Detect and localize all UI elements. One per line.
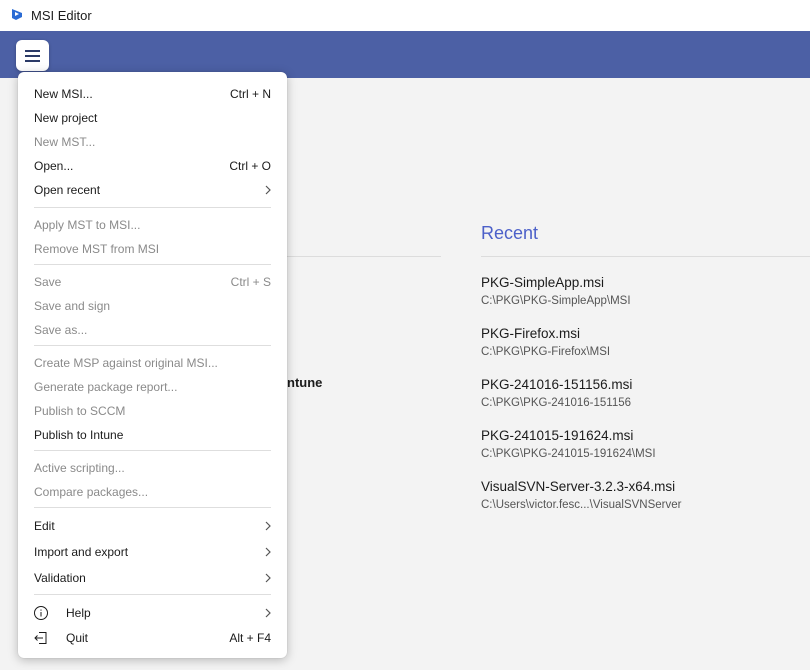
recent-item[interactable]: PKG-241016-151156.msi C:\PKG\PKG-241016-… [481,376,810,427]
menu-item-open-recent[interactable]: Open recent [18,178,287,202]
info-icon [34,606,48,620]
hamburger-line [25,60,40,62]
recent-item-name: PKG-241016-151156.msi [481,377,633,392]
menu-item-quit[interactable]: Quit Alt + F4 [18,626,287,650]
recent-item[interactable]: PKG-Firefox.msi C:\PKG\PKG-Firefox\MSI [481,325,810,376]
chevron-right-icon [265,547,271,557]
menu-item-active-scripting[interactable]: Active scripting... [18,456,287,480]
app-header [0,31,810,78]
menu-item-shortcut: Alt + F4 [229,631,271,645]
menu-separator [34,207,271,208]
menu-separator [34,594,271,595]
menu-item-new-mst[interactable]: New MST... [18,130,287,154]
recent-item-path: C:\PKG\PKG-SimpleApp\MSI [481,295,631,307]
menu-item-label: Save and sign [34,299,111,313]
menu-item-shortcut: Ctrl + S [230,275,271,289]
hamburger-menu-icon [25,50,40,52]
menu-item-label: Active scripting... [34,461,125,475]
recent-item-path: C:\PKG\PKG-241015-191624\MSI [481,448,656,460]
menu-item-label: Generate package report... [34,380,178,394]
menu-separator [34,264,271,265]
menu-item-publish-intune[interactable]: Publish to Intune [18,423,287,447]
menu-item-label: New MSI... [34,87,93,101]
menu-item-validation[interactable]: Validation [18,566,287,590]
recent-item-name: PKG-241015-191624.msi [481,428,634,443]
menu-item-label: Save [34,275,62,289]
chevron-right-icon [265,521,271,531]
menu-item-label: Publish to Intune [34,428,124,442]
menu-item-label: Save as... [34,323,88,337]
menu-separator [34,507,271,508]
menu-item-label: Open... [34,159,74,173]
menu-item-open[interactable]: Open... Ctrl + O [18,154,287,178]
menu-item-help[interactable]: Help [18,601,287,625]
menu-item-label: Compare packages... [34,485,149,499]
menu-item-label: Quit [66,631,89,645]
menu-item-compare-packages[interactable]: Compare packages... [18,480,287,504]
menu-item-new-project[interactable]: New project [18,106,287,130]
menu-item-import-export[interactable]: Import and export [18,540,287,564]
chevron-right-icon [265,185,271,195]
recent-list: PKG-SimpleApp.msi C:\PKG\PKG-SimpleApp\M… [481,274,810,529]
menu-item-label: Create MSP against original MSI... [34,356,218,370]
recent-item-name: PKG-Firefox.msi [481,326,581,341]
menu-item-new-msi[interactable]: New MSI... Ctrl + N [18,82,287,106]
menu-item-shortcut: Ctrl + O [229,159,271,173]
title-bar: MSI Editor [0,0,810,32]
recent-item[interactable]: PKG-SimpleApp.msi C:\PKG\PKG-SimpleApp\M… [481,274,810,325]
main-menu: New MSI... Ctrl + N New project New MST.… [18,72,287,658]
recent-heading: Recent [481,223,539,243]
chevron-right-icon [265,608,271,618]
menu-item-label: New project [34,111,98,125]
menu-item-label: Validation [34,571,86,585]
recent-item-path: C:\PKG\PKG-241016-151156 [481,397,632,409]
menu-item-save[interactable]: Save Ctrl + S [18,270,287,294]
menu-item-remove-mst[interactable]: Remove MST from MSI [18,237,287,261]
hamburger-menu-button[interactable] [16,40,49,71]
menu-separator [34,345,271,346]
menu-item-save-and-sign[interactable]: Save and sign [18,294,287,318]
recent-item-name: PKG-SimpleApp.msi [481,275,605,290]
recent-item-name: VisualSVN-Server-3.2.3-x64.msi [481,479,676,494]
window-title: MSI Editor [31,8,92,23]
menu-item-save-as[interactable]: Save as... [18,318,287,342]
menu-item-shortcut: Ctrl + N [229,87,271,101]
hamburger-line [25,55,40,57]
recent-item-path: C:\PKG\PKG-Firefox\MSI [481,346,611,358]
menu-item-label: Edit [34,519,55,533]
menu-item-label: Apply MST to MSI... [34,218,141,232]
menu-item-label: Open recent [34,183,101,197]
menu-item-edit[interactable]: Edit [18,514,287,538]
recent-item-path: C:\Users\victor.fesc...\VisualSVNServer [481,499,682,511]
recent-divider [481,256,810,257]
chevron-right-icon [265,573,271,583]
menu-item-label: Publish to SCCM [34,404,126,418]
menu-item-label: New MST... [34,135,96,149]
menu-item-label: Remove MST from MSI [34,242,160,256]
recent-item[interactable]: VisualSVN-Server-3.2.3-x64.msi C:\Users\… [481,478,810,529]
menu-item-label: Help [66,606,91,620]
menu-item-publish-sccm[interactable]: Publish to SCCM [18,399,287,423]
background-text-fragment: ntune [287,375,323,390]
app-logo-icon [12,9,22,20]
menu-item-apply-mst[interactable]: Apply MST to MSI... [18,213,287,237]
recent-item[interactable]: PKG-241015-191624.msi C:\PKG\PKG-241015-… [481,427,810,478]
menu-item-create-msp[interactable]: Create MSP against original MSI... [18,351,287,375]
menu-item-label: Import and export [34,545,129,559]
exit-icon [34,632,47,644]
menu-item-generate-report[interactable]: Generate package report... [18,375,287,399]
section-divider [287,256,441,257]
menu-separator [34,450,271,451]
